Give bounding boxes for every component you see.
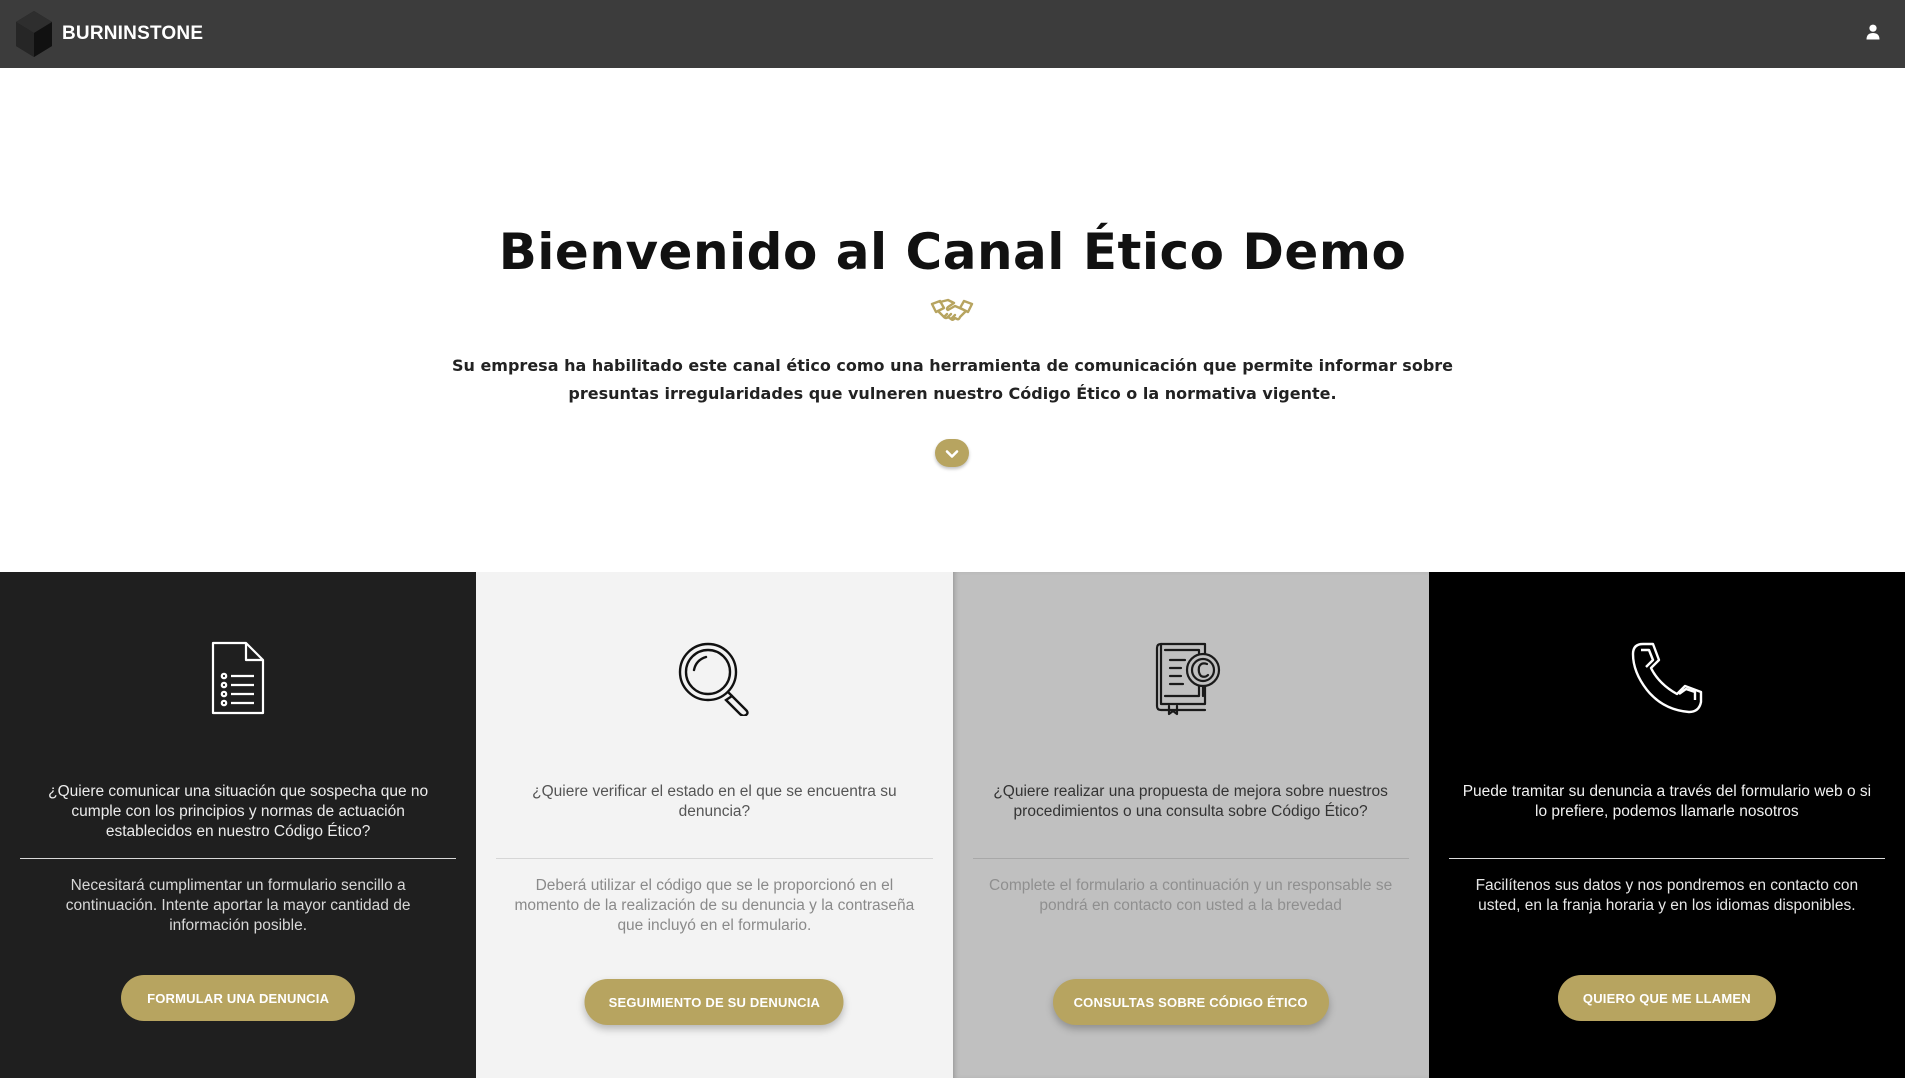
card-inquiries: ¿Quiere realizar una propuesta de mejora… bbox=[952, 572, 1429, 1078]
divider bbox=[496, 858, 933, 859]
hero-section: Bienvenido al Canal Ético Demo Su empres… bbox=[0, 68, 1905, 572]
track-report-button[interactable]: SEGUIMIENTO DE SU DENUNCIA bbox=[584, 979, 844, 1025]
hero-description: Su empresa ha habilitado este canal étic… bbox=[451, 356, 1454, 403]
page-title: Bienvenido al Canal Ético Demo bbox=[498, 223, 1407, 281]
card-question: ¿Quiere comunicar una situación que sosp… bbox=[48, 783, 429, 840]
chevron-down-icon bbox=[945, 444, 959, 463]
user-icon bbox=[1866, 24, 1880, 44]
brand[interactable]: BURNINSTONE bbox=[14, 9, 203, 59]
phone-icon bbox=[1627, 640, 1707, 716]
card-callback: Puede tramitar su denuncia a través del … bbox=[1428, 572, 1905, 1078]
card-description: Deberá utilizar el código que se le prop… bbox=[514, 877, 915, 934]
divider bbox=[972, 858, 1409, 859]
scroll-down-button[interactable] bbox=[935, 439, 969, 467]
top-navbar: BURNINSTONE bbox=[0, 0, 1905, 68]
divider bbox=[1448, 858, 1885, 859]
card-question: ¿Quiere verificar el estado en el que se… bbox=[532, 783, 897, 820]
request-call-button[interactable]: QUIERO QUE ME LLAMEN bbox=[1557, 975, 1776, 1021]
card-description: Facilítenos sus datos y nos pondremos en… bbox=[1475, 877, 1859, 914]
card-question: ¿Quiere realizar una propuesta de mejora… bbox=[993, 783, 1388, 820]
code-inquiries-button[interactable]: CONSULTAS SOBRE CÓDIGO ÉTICO bbox=[1052, 979, 1329, 1025]
handshake-icon bbox=[930, 296, 974, 326]
card-question: Puede tramitar su denuncia a través del … bbox=[1462, 783, 1872, 820]
magnifier-icon bbox=[674, 640, 754, 716]
options-section: ¿Quiere comunicar una situación que sosp… bbox=[0, 572, 1905, 1078]
hexagon-stone-logo-icon bbox=[14, 9, 54, 59]
divider bbox=[20, 858, 457, 859]
card-tracking: ¿Quiere verificar el estado en el que se… bbox=[476, 572, 953, 1078]
brand-name: BURNINSTONE bbox=[62, 23, 204, 44]
user-account-button[interactable] bbox=[1857, 18, 1889, 50]
code-book-search-icon bbox=[1151, 640, 1231, 716]
card-report: ¿Quiere comunicar una situación que sosp… bbox=[0, 572, 477, 1078]
card-description: Necesitará cumplimentar un formulario se… bbox=[65, 877, 411, 934]
submit-report-button[interactable]: FORMULAR UNA DENUNCIA bbox=[121, 975, 356, 1021]
document-list-icon bbox=[198, 640, 278, 716]
card-description: Complete el formulario a continuación y … bbox=[989, 877, 1393, 914]
